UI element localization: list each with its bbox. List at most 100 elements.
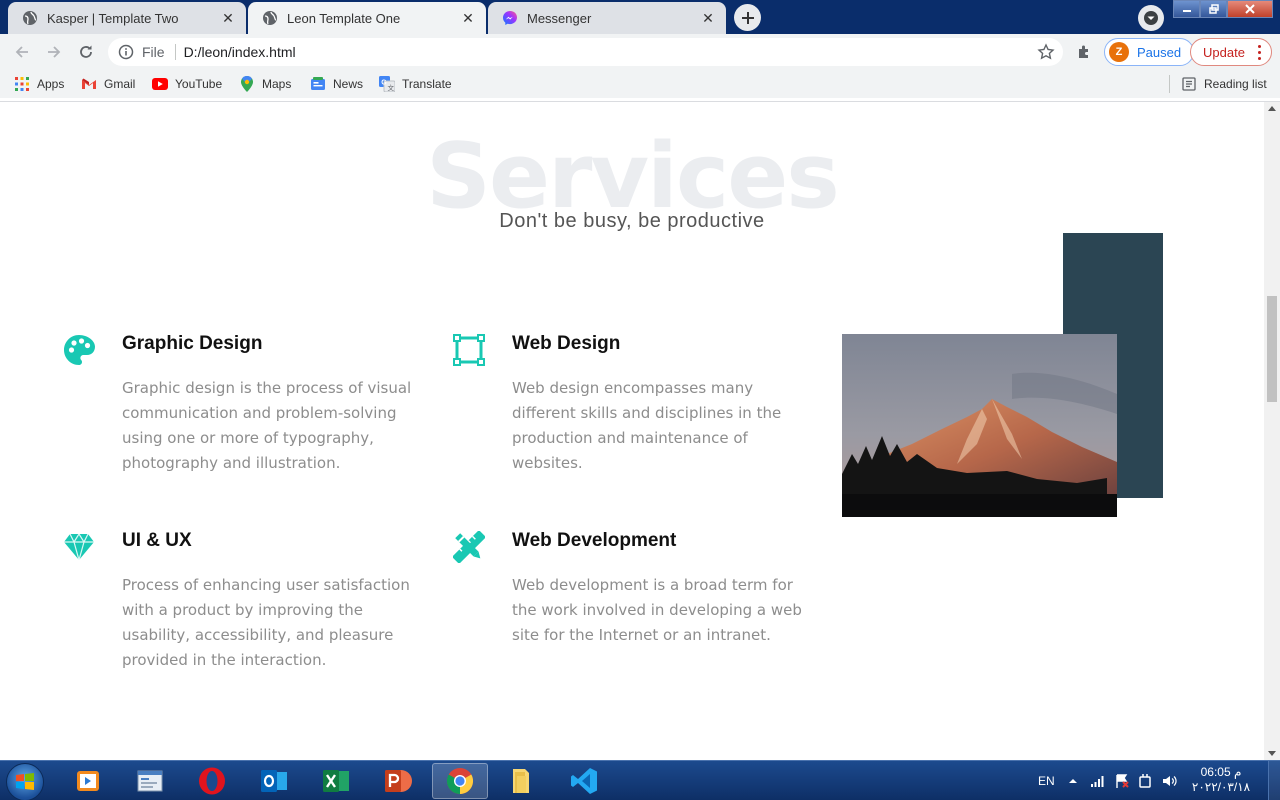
taskbar-media-player[interactable] — [60, 763, 116, 799]
start-button[interactable] — [6, 763, 44, 800]
signal-bars-icon — [1091, 776, 1104, 787]
bookmark-youtube[interactable]: YouTube — [152, 76, 222, 92]
forward-button[interactable] — [40, 38, 68, 66]
service-title: Web Design — [512, 333, 621, 354]
gmail-icon — [81, 76, 97, 92]
restore-button[interactable] — [1200, 0, 1227, 18]
address-url[interactable]: D:/leon/index.html — [184, 44, 296, 60]
close-window-button[interactable] — [1227, 0, 1273, 18]
youtube-icon — [152, 76, 168, 92]
tab-kasper[interactable]: Kasper | Template Two ✕ — [8, 2, 246, 34]
taskbar-chrome[interactable] — [432, 763, 488, 799]
show-desktop-button[interactable] — [1268, 761, 1280, 800]
tab-title: Kasper | Template Two — [47, 10, 179, 26]
taskbar-vscode[interactable] — [556, 763, 612, 799]
reading-list-label: Reading list — [1204, 77, 1267, 91]
taskbar-file-manager[interactable] — [122, 763, 178, 799]
speaker-icon — [1163, 776, 1177, 786]
page-viewport: Services Don't be busy, be productive Gr… — [0, 102, 1264, 760]
file-manager-icon — [137, 770, 163, 792]
windows-taskbar: EN 06:05 م ٢٠٢٢/٠٣/١٨ — [0, 760, 1280, 800]
powerpoint-icon — [385, 770, 412, 792]
bookmark-label: News — [333, 77, 364, 91]
tab-close-icon[interactable]: ✕ — [220, 10, 236, 26]
bookmark-label: Apps — [37, 77, 65, 91]
bookmark-translate[interactable]: G文 Translate — [379, 76, 452, 92]
reload-icon — [80, 45, 92, 58]
language-indicator[interactable]: EN — [1038, 761, 1055, 800]
extensions-button[interactable] — [1074, 41, 1096, 63]
tab-title: Messenger — [527, 10, 592, 26]
scroll-up-icon[interactable] — [1268, 106, 1276, 111]
language-label: EN — [1038, 774, 1055, 788]
pencil-ruler-icon — [452, 530, 486, 564]
tab-title: Leon Template One — [287, 10, 401, 26]
gem-icon — [62, 530, 96, 564]
chrome-icon — [446, 768, 474, 795]
maps-icon — [239, 76, 255, 92]
vscode-icon — [571, 768, 597, 794]
new-tab-button[interactable] — [734, 4, 761, 31]
bookmark-label: YouTube — [175, 77, 223, 91]
bookmark-label: Translate — [402, 77, 452, 91]
update-button[interactable]: Update — [1190, 38, 1272, 66]
avatar: Z — [1109, 42, 1129, 62]
system-clock[interactable]: 06:05 م ٢٠٢٢/٠٣/١٨ — [1190, 765, 1252, 795]
tray-flag[interactable] — [1114, 761, 1130, 800]
browser-toolbar: File D:/leon/index.html Z Paused Update — [0, 34, 1280, 70]
taskbar-opera[interactable] — [184, 763, 240, 799]
taskbar-outlook[interactable] — [246, 763, 302, 799]
service-title: UI & UX — [122, 530, 192, 551]
reading-list-button[interactable]: Reading list — [1181, 76, 1267, 92]
info-icon[interactable] — [118, 44, 134, 60]
tray-overflow-button[interactable] — [1068, 761, 1078, 800]
bookmark-maps[interactable]: Maps — [239, 76, 291, 92]
reload-button[interactable] — [72, 38, 100, 66]
tray-power[interactable] — [1138, 761, 1152, 800]
address-bar[interactable]: File D:/leon/index.html — [108, 38, 1063, 66]
tray-network[interactable] — [1090, 761, 1106, 800]
taskbar-folder[interactable] — [494, 763, 550, 799]
profile-button[interactable]: Z Paused — [1104, 38, 1195, 66]
tray-volume[interactable] — [1162, 761, 1178, 800]
tab-strip: Kasper | Template Two ✕ Leon Template On… — [0, 0, 1280, 34]
bookmark-star-icon[interactable] — [1037, 43, 1055, 61]
taskbar-powerpoint[interactable] — [370, 763, 426, 799]
palette-icon — [62, 333, 96, 367]
vector-square-icon — [452, 333, 486, 367]
svg-text:文: 文 — [388, 83, 395, 92]
back-button[interactable] — [8, 38, 36, 66]
bookmark-gmail[interactable]: Gmail — [81, 76, 135, 92]
kebab-menu-icon[interactable] — [1258, 45, 1261, 60]
tab-close-icon[interactable]: ✕ — [460, 10, 476, 26]
globe-icon — [22, 10, 38, 26]
arrow-left-icon — [15, 46, 28, 58]
page-scrollbar[interactable] — [1264, 102, 1280, 760]
media-player-icon — [77, 771, 99, 791]
arrow-right-icon — [48, 46, 61, 58]
tab-search-button[interactable] — [1138, 5, 1164, 31]
close-icon — [1245, 4, 1255, 14]
news-icon — [310, 76, 326, 92]
bookmark-label: Gmail — [104, 77, 136, 91]
plus-icon — [741, 11, 754, 24]
tab-close-icon[interactable]: ✕ — [700, 10, 716, 26]
power-plug-icon — [1139, 774, 1151, 788]
tab-messenger[interactable]: Messenger ✕ — [488, 2, 726, 34]
reading-list-icon — [1181, 76, 1197, 92]
service-description: Process of enhancing user satisfaction w… — [122, 576, 410, 669]
svg-text:G: G — [381, 80, 387, 87]
minimize-button[interactable] — [1173, 0, 1200, 18]
chevron-up-icon — [1069, 779, 1077, 783]
service-description: Graphic design is the process of visual … — [122, 379, 412, 472]
taskbar-excel[interactable] — [308, 763, 364, 799]
window-controls — [1173, 0, 1273, 18]
scroll-down-icon[interactable] — [1268, 751, 1276, 756]
service-title: Graphic Design — [122, 333, 263, 354]
bookmark-news[interactable]: News — [310, 76, 363, 92]
scrollbar-thumb[interactable] — [1267, 296, 1277, 402]
bookmark-apps[interactable]: Apps — [14, 76, 64, 92]
windows-logo-icon — [16, 773, 34, 790]
tab-leon[interactable]: Leon Template One ✕ — [248, 2, 486, 34]
address-scheme: File — [142, 44, 165, 60]
